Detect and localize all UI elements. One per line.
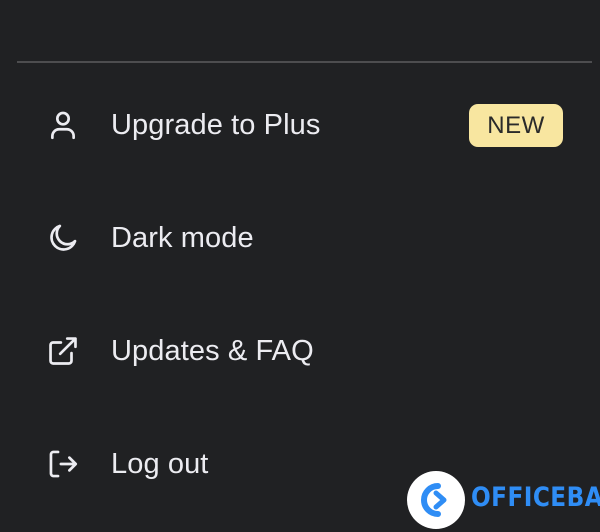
menu-item-label: Updates & FAQ [111, 334, 314, 367]
new-badge: NEW [469, 104, 563, 147]
watermark-text: OFFICEBA [471, 482, 600, 513]
menu-item-updates-faq[interactable]: Updates & FAQ [0, 311, 600, 391]
external-link-icon [46, 334, 80, 368]
menu-item-label: Upgrade to Plus [111, 108, 321, 141]
watermark: OFFICEBA [405, 468, 600, 532]
log-out-icon [46, 447, 80, 481]
menu-item-dark-mode[interactable]: Dark mode [0, 198, 600, 278]
menu-divider [17, 61, 592, 63]
user-icon [46, 108, 80, 142]
moon-icon [46, 221, 80, 255]
watermark-logo-icon [407, 471, 465, 529]
menu-item-label: Log out [111, 447, 209, 480]
menu-item-label: Dark mode [111, 221, 254, 254]
